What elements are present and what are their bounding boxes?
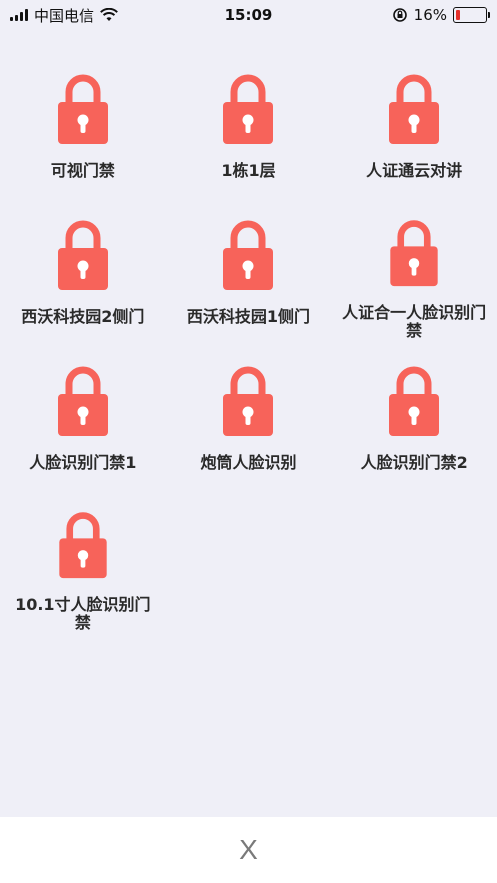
door-label: 人证通云对讲 — [366, 161, 463, 180]
door-grid: 可视门禁 1栋1层 人证通云对讲西沃科技园2侧门 西沃科技园1侧门 人证合一人脸识别门禁… — [0, 70, 497, 632]
lock-icon — [223, 366, 274, 436]
lock-icon — [223, 74, 274, 144]
wifi-icon — [100, 8, 118, 21]
battery-percent: 16% — [413, 6, 447, 24]
door-item[interactable]: 西沃科技园2侧门 — [0, 216, 166, 340]
status-bar: 中国电信 15:09 16% — [0, 0, 497, 30]
orientation-lock-icon — [392, 8, 407, 22]
door-item[interactable]: 人证合一人脸识别门禁 — [331, 216, 497, 340]
door-item[interactable]: 可视门禁 — [0, 70, 166, 194]
lock-icon — [57, 366, 108, 436]
door-label: 炮筒人脸识别 — [200, 453, 297, 472]
battery-level — [456, 10, 461, 20]
door-label: 人脸识别门禁2 — [360, 453, 468, 472]
lock-icon — [57, 220, 108, 290]
door-label: 人证合一人脸识别门禁 — [342, 303, 487, 340]
lock-icon — [59, 512, 107, 579]
carrier-label: 中国电信 — [34, 6, 95, 25]
lock-icon — [389, 74, 440, 144]
door-label: 1栋1层 — [221, 161, 276, 180]
door-label: 西沃科技园2侧门 — [21, 307, 145, 326]
status-right: 16% — [392, 6, 490, 24]
door-item[interactable]: 1栋1层 — [166, 70, 332, 194]
door-item[interactable]: 西沃科技园1侧门 — [166, 216, 332, 340]
door-item[interactable]: 人脸识别门禁1 — [0, 362, 166, 486]
close-button[interactable]: X — [225, 828, 272, 872]
door-item[interactable]: 人脸识别门禁2 — [331, 362, 497, 486]
door-label: 可视门禁 — [50, 161, 115, 180]
door-item[interactable]: 10.1寸人脸识别门禁 — [0, 508, 166, 632]
door-label: 人脸识别门禁1 — [29, 453, 137, 472]
door-label: 西沃科技园1侧门 — [186, 307, 311, 326]
status-left: 中国电信 — [10, 5, 118, 26]
signal-icon — [10, 9, 28, 21]
lock-icon — [57, 74, 108, 144]
lock-icon — [223, 220, 274, 290]
lock-icon — [390, 220, 438, 287]
door-item[interactable]: 人证通云对讲 — [331, 70, 497, 194]
door-item[interactable]: 炮筒人脸识别 — [166, 362, 332, 486]
bottom-bar: X — [0, 817, 497, 883]
battery-icon — [453, 7, 490, 23]
door-label: 10.1寸人脸识别门禁 — [15, 595, 151, 632]
lock-icon — [389, 366, 440, 436]
